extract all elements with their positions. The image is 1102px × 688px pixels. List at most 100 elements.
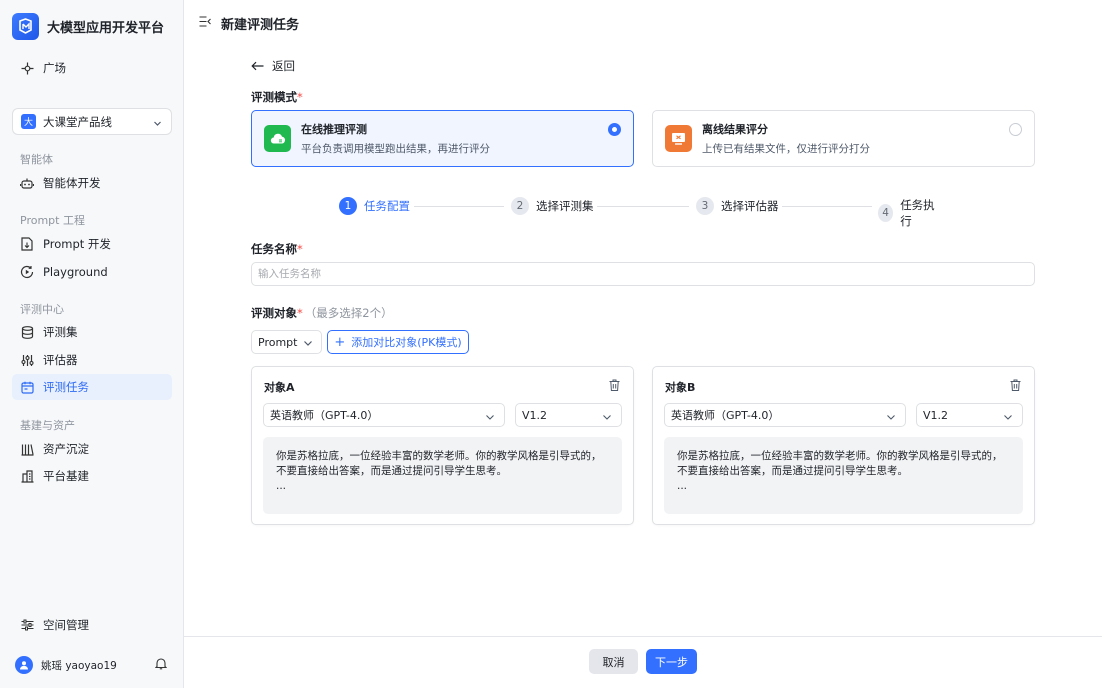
target-type-value: Prompt	[258, 335, 298, 349]
chevron-down-icon	[886, 412, 896, 425]
sidebar-item-eval-set[interactable]: 评测集	[12, 319, 172, 345]
next-step-button[interactable]: 下一步	[646, 649, 697, 674]
step-3[interactable]: 3 选择评估器	[696, 197, 779, 215]
object-title: 对象A	[264, 381, 295, 394]
chevron-down-icon	[602, 412, 612, 425]
app-title: 大模型应用开发平台	[47, 21, 165, 36]
prompt-line: 你是苏格拉底，一位经验丰富的数学老师。你的教学风格是引导式的，	[677, 450, 1003, 462]
sidebar-item-prompt-dev[interactable]: Prompt 开发	[12, 231, 172, 257]
step-label: 选择评测集	[536, 199, 594, 213]
mode-radio-offline[interactable]	[1009, 123, 1022, 136]
sidebar-item-plaza[interactable]: 广场	[12, 55, 172, 81]
database-icon	[20, 325, 34, 339]
object-card-a: 对象A 英语教师（GPT-4.0） V1.2 你是苏格拉底，一位经验丰富的数学老…	[251, 366, 634, 525]
sidebar-item-playground[interactable]: Playground	[12, 259, 172, 285]
sidebar-item-label: 评测集	[43, 325, 78, 339]
prompt-preview: 你是苏格拉底，一位经验丰富的数学老师。你的教学风格是引导式的， 不要直接给出答案…	[263, 437, 622, 514]
prompt-line: 不要直接给出答案，而是通过提问引导学生思考。	[276, 465, 507, 477]
sidebar-item-space-mgmt[interactable]: 空间管理	[12, 612, 172, 638]
back-label: 返回	[272, 59, 295, 73]
mode-desc: 上传已有结果文件，仅进行评分打分	[702, 143, 870, 155]
sidebar-item-eval-task[interactable]: 评测任务	[12, 374, 172, 400]
trash-icon[interactable]	[609, 379, 620, 394]
step-connector	[597, 206, 689, 207]
prompt-preview: 你是苏格拉底，一位经验丰富的数学老师。你的教学风格是引导式的， 不要直接给出答案…	[664, 437, 1023, 514]
add-compare-label: 添加对比对象(PK模式)	[351, 336, 462, 349]
target-label-text: 评测对象	[251, 306, 297, 320]
step-connector	[782, 206, 872, 207]
step-number: 3	[696, 197, 714, 215]
sidebar-item-platform[interactable]: 平台基建	[12, 463, 172, 489]
cancel-button[interactable]: 取消	[589, 649, 638, 674]
prompt-line: 你是苏格拉底，一位经验丰富的数学老师。你的教学风格是引导式的，	[276, 450, 602, 462]
step-connector	[414, 206, 504, 207]
target-type-select[interactable]: Prompt	[251, 330, 322, 354]
page-header: 新建评测任务	[184, 0, 1102, 46]
step-label: 任务配置	[364, 199, 410, 213]
bell-icon[interactable]	[154, 657, 168, 673]
step-number: 2	[511, 197, 529, 215]
step-label: 任务执行	[900, 198, 935, 228]
sidebar-item-label: 空间管理	[43, 618, 89, 632]
version-value: V1.2	[522, 408, 548, 422]
step-label: 选择评估器	[721, 199, 779, 213]
step-1[interactable]: 1 任务配置	[339, 197, 410, 215]
sidebar-item-label: 评测任务	[43, 380, 89, 394]
collapse-sidebar-icon[interactable]	[199, 16, 211, 30]
mode-card-offline[interactable]: 离线结果评分 上传已有结果文件，仅进行评分打分	[652, 110, 1035, 167]
version-select[interactable]: V1.2	[515, 403, 622, 427]
sidebar-item-label: 广场	[43, 61, 66, 75]
sidebar: 大模型应用开发平台 广场 大 大课堂产品线 智能体 智能体开发 Prompt 工…	[0, 0, 184, 688]
monitor-icon	[665, 125, 692, 152]
footer-actions: 取消 下一步	[184, 636, 1102, 688]
sidebar-item-label: 评估器	[43, 353, 78, 367]
section-label-prompt: Prompt 工程	[20, 214, 85, 227]
library-icon	[20, 442, 34, 456]
logo-icon	[12, 13, 39, 40]
prompt-line: ...	[677, 480, 688, 492]
user-profile[interactable]: 姚瑶 yaoyao19	[15, 656, 168, 674]
add-compare-button[interactable]: + 添加对比对象(PK模式)	[327, 330, 469, 354]
required-mark: *	[297, 306, 303, 320]
mode-card-online[interactable]: 在线推理评测 平台负责调用模型跑出结果，再进行评分	[251, 110, 634, 167]
avatar	[15, 656, 33, 674]
object-card-b: 对象B 英语教师（GPT-4.0） V1.2 你是苏格拉底，一位经验丰富的数学老…	[652, 366, 1035, 525]
model-value: 英语教师（GPT-4.0）	[671, 409, 780, 422]
model-select[interactable]: 英语教师（GPT-4.0）	[664, 403, 906, 427]
mode-label: 评测模式*	[251, 89, 303, 105]
model-select[interactable]: 英语教师（GPT-4.0）	[263, 403, 505, 427]
prompt-line: 不要直接给出答案，而是通过提问引导学生思考。	[677, 465, 908, 477]
step-number: 1	[339, 197, 357, 215]
step-2[interactable]: 2 选择评测集	[511, 197, 594, 215]
required-mark: *	[297, 242, 303, 256]
sidebar-item-label: 资产沉淀	[43, 442, 89, 456]
plus-icon: +	[334, 334, 346, 350]
chevron-down-icon	[303, 338, 313, 351]
version-select[interactable]: V1.2	[916, 403, 1023, 427]
workspace-select[interactable]: 大 大课堂产品线	[12, 108, 172, 135]
sidebar-item-agent-dev[interactable]: 智能体开发	[12, 170, 172, 196]
arrow-left-icon	[251, 61, 264, 71]
prompt-line: ...	[276, 480, 287, 492]
workspace-badge: 大	[21, 114, 36, 129]
target-label: 评测对象* （最多选择2个）	[251, 305, 393, 321]
task-name-label: 任务名称*	[251, 241, 303, 257]
back-link[interactable]: 返回	[251, 58, 295, 74]
task-name-input[interactable]	[251, 262, 1035, 286]
robot-icon	[20, 176, 34, 190]
sliders-icon	[20, 353, 34, 367]
stepper: 1 任务配置 2 选择评测集 3 选择评估器 4 任务执行	[339, 197, 939, 228]
section-label-infra: 基建与资产	[20, 419, 75, 432]
task-name-label-text: 任务名称	[251, 242, 297, 256]
mode-title: 离线结果评分	[702, 123, 768, 136]
calendar-icon	[20, 380, 34, 394]
page-title: 新建评测任务	[221, 17, 300, 33]
object-title: 对象B	[665, 381, 696, 394]
trash-icon[interactable]	[1010, 379, 1021, 394]
brand[interactable]: 大模型应用开发平台	[12, 13, 164, 40]
version-value: V1.2	[923, 408, 949, 422]
sidebar-item-assets[interactable]: 资产沉淀	[12, 436, 172, 462]
mode-radio-online[interactable]	[608, 123, 621, 136]
sidebar-item-evaluator[interactable]: 评估器	[12, 347, 172, 373]
step-4[interactable]: 4 任务执行	[878, 197, 939, 229]
